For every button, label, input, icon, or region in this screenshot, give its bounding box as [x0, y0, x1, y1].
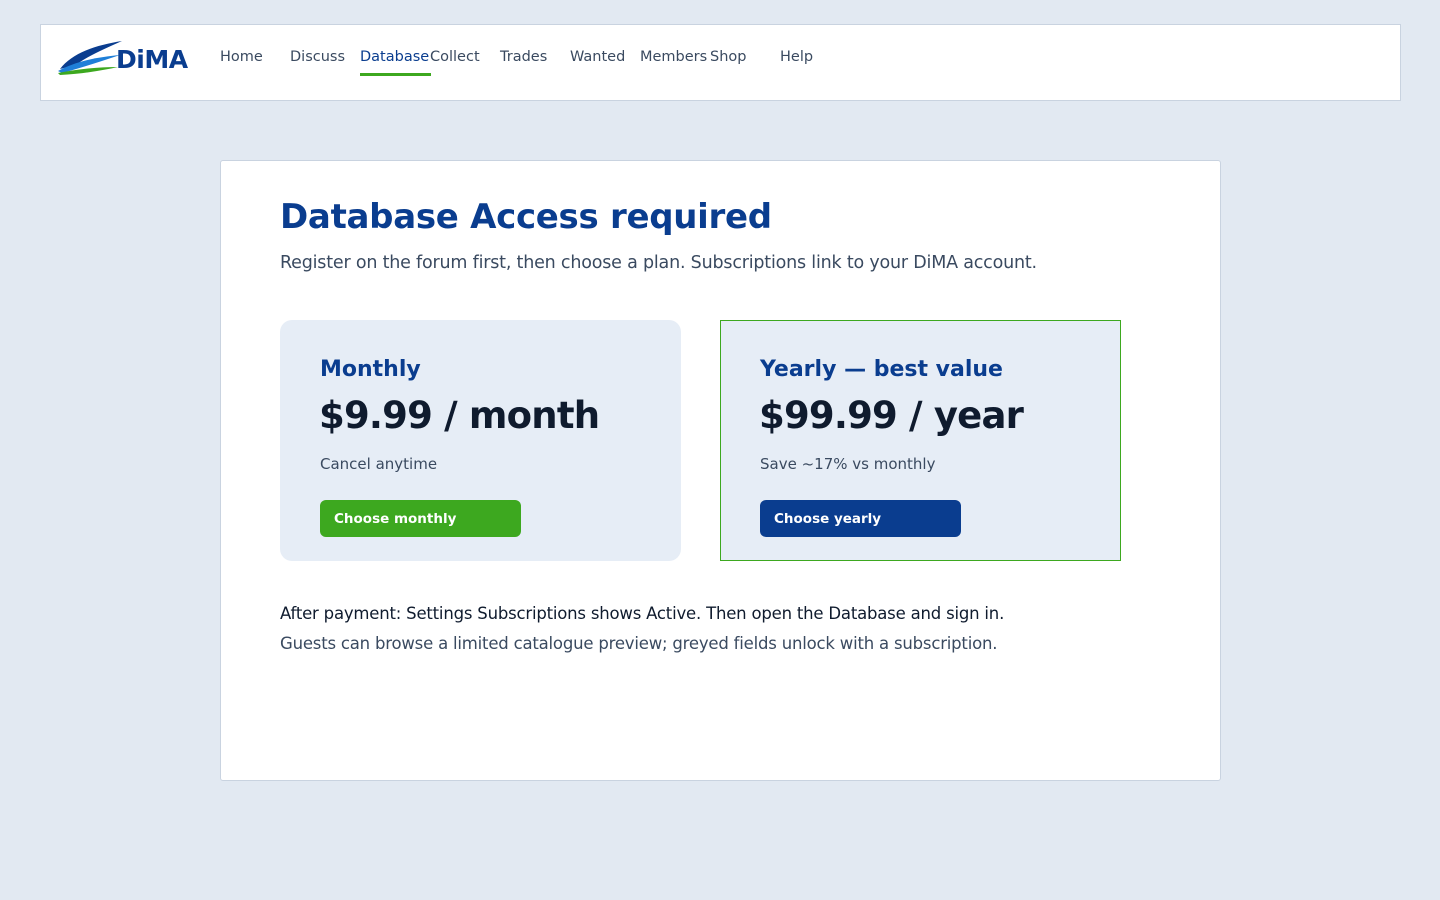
plan-name: Yearly — best value	[760, 357, 1003, 382]
nav-wanted[interactable]: Wanted	[570, 25, 625, 100]
after-payment-note: After payment: Settings Subscriptions sh…	[280, 604, 1005, 623]
page-title: Database Access required	[280, 197, 772, 237]
nav-help[interactable]: Help	[780, 25, 813, 100]
nav-database[interactable]: Database	[360, 25, 432, 100]
choose-monthly-button[interactable]: Choose monthly	[320, 500, 521, 537]
logo-wordmark: DiMA	[116, 45, 188, 74]
plan-price: $9.99 / month	[319, 394, 600, 437]
nav-discuss[interactable]: Discuss	[290, 25, 345, 100]
top-nav-bar: DiMA Home Discuss Database Collect Trade…	[40, 24, 1401, 101]
page-subtitle: Register on the forum first, then choose…	[280, 253, 1037, 273]
wing-logo-icon	[58, 41, 122, 75]
guest-preview-note: Guests can browse a limited catalogue pr…	[280, 634, 998, 653]
nav-collect[interactable]: Collect	[430, 25, 480, 100]
nav-trades[interactable]: Trades	[500, 25, 547, 100]
plan-note: Save ~17% vs monthly	[760, 455, 936, 473]
plan-name: Monthly	[320, 357, 421, 382]
database-access-card: Database Access required Register on the…	[220, 160, 1221, 781]
plan-card-monthly: Monthly $9.99 / month Cancel anytime Cho…	[280, 320, 681, 561]
nav-members[interactable]: Members	[640, 25, 707, 100]
plan-note: Cancel anytime	[320, 455, 438, 473]
dima-logo[interactable]: DiMA	[58, 39, 198, 79]
plan-price: $99.99 / year	[759, 394, 1024, 437]
choose-yearly-button[interactable]: Choose yearly	[760, 500, 961, 537]
nav-shop[interactable]: Shop	[710, 25, 746, 100]
nav-home[interactable]: Home	[220, 25, 263, 100]
plan-card-yearly: Yearly — best value $99.99 / year Save ~…	[720, 320, 1121, 561]
